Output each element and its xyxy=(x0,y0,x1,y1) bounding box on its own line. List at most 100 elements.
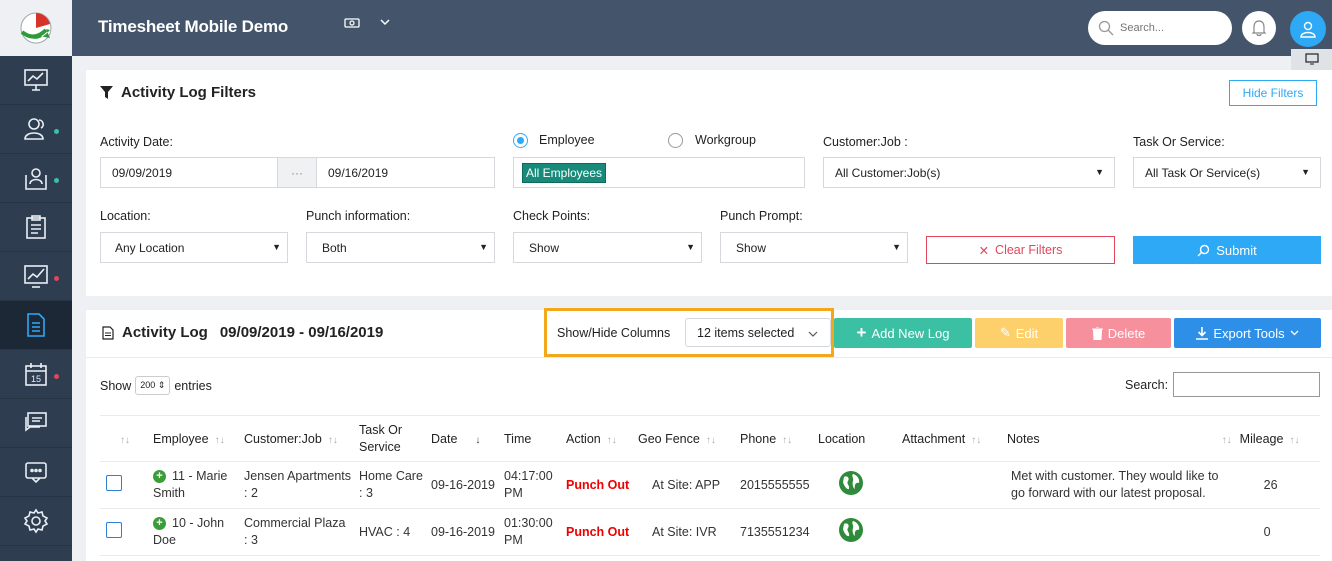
customer-select[interactable]: All Customer:Job(s) ▼ xyxy=(823,157,1115,188)
sidebar-item-schedule[interactable]: 15 xyxy=(0,350,72,399)
column-header-date[interactable]: Date ↓ xyxy=(427,415,500,462)
globe-icon[interactable] xyxy=(838,470,864,496)
sidebar-item-settings[interactable] xyxy=(0,497,72,546)
sidebar-item-messages[interactable] xyxy=(0,399,72,448)
column-header-task[interactable]: Task Or Service xyxy=(355,415,427,462)
select-column-header[interactable]: ↑↓ xyxy=(100,415,149,462)
column-header-notes[interactable]: Notes ↑↓ xyxy=(1003,415,1236,462)
mileage-cell: 26 xyxy=(1235,461,1320,509)
add-new-log-button[interactable]: + Add New Log xyxy=(834,318,972,348)
expand-row-icon[interactable]: + xyxy=(153,517,166,531)
column-header-employee[interactable]: Employee ↑↓ xyxy=(149,415,240,462)
submit-button[interactable]: Submit xyxy=(1133,236,1321,264)
checkpoints-select-value: Show xyxy=(529,240,560,255)
clear-filters-label: Clear Filters xyxy=(995,243,1063,257)
sidebar-item-activity-log[interactable] xyxy=(0,301,72,350)
entries-select[interactable]: 200 ⇕ xyxy=(135,376,171,395)
workgroup-radio[interactable] xyxy=(668,133,683,148)
row-checkbox[interactable] xyxy=(106,474,122,491)
punch-info-select-value: Both xyxy=(322,240,347,255)
hide-filters-button[interactable]: Hide Filters xyxy=(1229,80,1317,106)
notifications-button[interactable] xyxy=(1242,11,1276,45)
caret-down-icon: ▼ xyxy=(272,242,281,252)
phone-cell: 7135551234 xyxy=(736,508,814,556)
task-select-value: All Task Or Service(s) xyxy=(1145,165,1261,180)
location-select[interactable]: Any Location ▼ xyxy=(100,232,288,263)
sidebar-item-reports[interactable] xyxy=(0,252,72,301)
global-search-input[interactable] xyxy=(1120,22,1220,34)
monitor-chart-icon xyxy=(24,69,48,91)
global-search[interactable] xyxy=(1088,11,1232,45)
chevron-down-icon[interactable] xyxy=(379,16,391,31)
action-cell: Punch Out xyxy=(562,508,634,556)
app-logo[interactable] xyxy=(0,0,72,56)
sort-icon: ↑↓ xyxy=(782,434,793,446)
table-row[interactable]: +10 - John Doe Commercial Plaza : 3 HVAC… xyxy=(100,508,1320,556)
entries-value: 200 xyxy=(140,380,156,390)
customer-label: Customer:Job : xyxy=(823,135,908,149)
row-checkbox[interactable] xyxy=(106,521,122,538)
sidebar-item-timesheets[interactable] xyxy=(0,203,72,252)
column-header-attachment[interactable]: Attachment ↑↓ xyxy=(898,415,1003,462)
geofence-cell: At Site: APP xyxy=(634,461,736,509)
clear-filters-button[interactable]: ✕ Clear Filters xyxy=(926,236,1115,264)
column-header-customer-job[interactable]: Customer:Job ↑↓ xyxy=(240,415,355,462)
table-search-label: Search: xyxy=(1125,378,1169,392)
column-header-action[interactable]: Action ↑↓ xyxy=(562,415,634,462)
location-cell xyxy=(814,508,898,556)
time-cell: 04:17:00 PM xyxy=(500,461,562,509)
chat-icon xyxy=(25,412,47,432)
sidebar-item-employees[interactable] xyxy=(0,105,72,154)
sort-desc-icon: ↓ xyxy=(475,434,481,446)
export-tools-button[interactable]: Export Tools xyxy=(1174,318,1321,348)
checkpoints-label: Check Points: xyxy=(513,209,591,223)
show-hide-columns: Show/Hide Columns 12 items selected xyxy=(544,308,834,357)
punch-prompt-select[interactable]: Show ▼ xyxy=(720,232,908,263)
status-dot xyxy=(54,276,59,281)
sidebar-item-locations[interactable] xyxy=(0,154,72,203)
users-icon xyxy=(24,118,44,140)
sort-icon: ↑↓ xyxy=(705,434,716,446)
task-select[interactable]: All Task Or Service(s) ▼ xyxy=(1133,157,1321,188)
logo-icon xyxy=(20,12,52,44)
edit-button[interactable]: ✎ Edit xyxy=(975,318,1063,348)
filters-title-text: Activity Log Filters xyxy=(121,84,257,101)
entries-label: entries xyxy=(174,378,212,393)
map-user-icon xyxy=(25,168,47,190)
sort-icon: ↑↓ xyxy=(1289,434,1300,446)
table-row[interactable]: +11 - Marie Smith Jensen Apartments : 2 … xyxy=(100,461,1320,509)
columns-multiselect[interactable]: 12 items selected xyxy=(685,318,831,347)
column-header-geofence[interactable]: Geo Fence ↑↓ xyxy=(634,415,736,462)
delete-button[interactable]: Delete xyxy=(1066,318,1171,348)
sort-icon: ↑↓ xyxy=(606,434,617,446)
column-header-mileage[interactable]: Mileage ↑↓ xyxy=(1235,415,1320,462)
workgroup-radio-label: Workgroup xyxy=(695,133,756,147)
money-icon[interactable] xyxy=(344,16,360,33)
delete-label: Delete xyxy=(1107,325,1146,341)
table-search-input[interactable] xyxy=(1173,372,1320,397)
checkpoints-select[interactable]: Show ▼ xyxy=(513,232,702,263)
file-icon xyxy=(102,325,114,340)
globe-icon[interactable] xyxy=(838,517,864,543)
date-from-field[interactable]: 09/09/2019 xyxy=(100,157,278,188)
column-header-time[interactable]: Time xyxy=(500,415,562,462)
sidebar-item-dashboard[interactable] xyxy=(0,56,72,105)
comment-dots-icon xyxy=(25,462,47,484)
employee-select[interactable]: All Employees xyxy=(513,157,805,188)
date-to-field[interactable]: 09/16/2019 xyxy=(316,157,495,188)
column-header-location[interactable]: Location xyxy=(814,415,898,462)
sort-icon: ↑↓ xyxy=(214,434,225,446)
sidebar: 15 xyxy=(0,0,72,561)
document-icon xyxy=(27,313,45,337)
user-icon xyxy=(1300,21,1316,38)
sort-icon: ↑↓ xyxy=(327,434,338,446)
user-avatar[interactable] xyxy=(1290,11,1326,47)
expand-row-icon[interactable]: + xyxy=(153,470,166,484)
column-header-phone[interactable]: Phone ↑↓ xyxy=(736,415,814,462)
pencil-icon: ✎ xyxy=(999,325,1011,340)
sidebar-item-comments[interactable] xyxy=(0,448,72,497)
employee-chip[interactable]: All Employees xyxy=(522,162,607,183)
employee-radio[interactable] xyxy=(513,133,528,148)
chevron-down-icon xyxy=(1290,330,1299,336)
punch-info-select[interactable]: Both ▼ xyxy=(306,232,495,263)
